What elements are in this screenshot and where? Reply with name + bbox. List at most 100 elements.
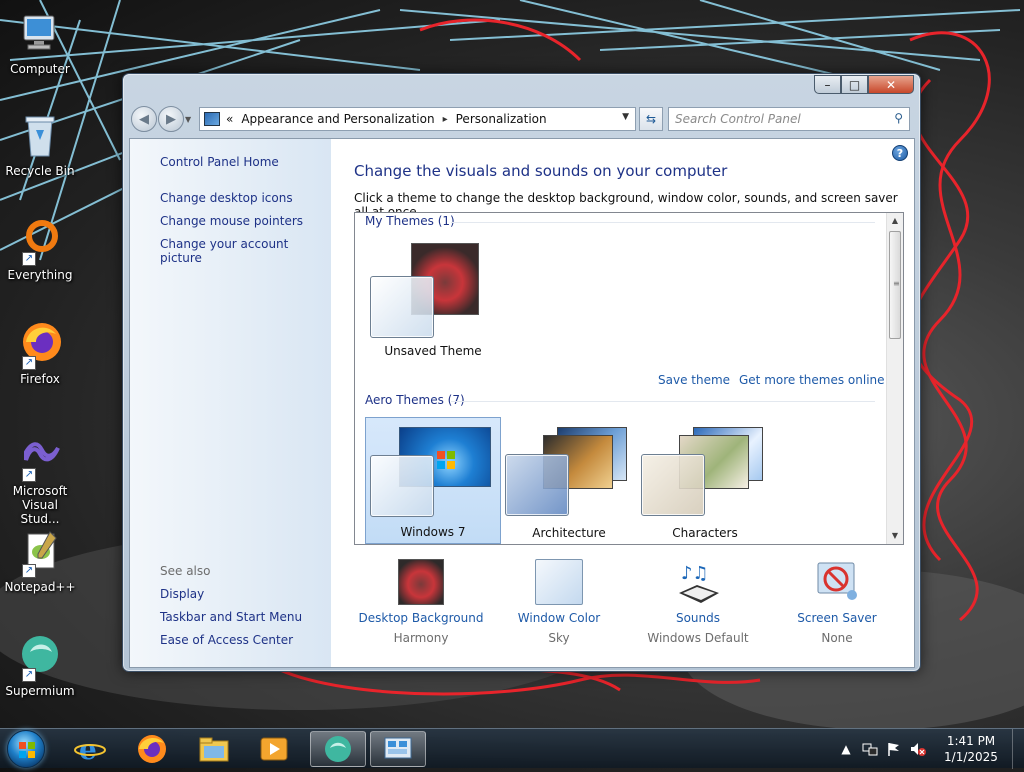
desktop-icon-notepad-plus-plus[interactable]: ↗ Notepad++ xyxy=(4,528,76,594)
desktop-icon-label: Everything xyxy=(7,268,73,282)
taskbar-supermium[interactable] xyxy=(310,731,366,767)
breadcrumb-separator-icon[interactable]: ▸ xyxy=(443,114,448,125)
help-icon[interactable]: ? xyxy=(892,145,908,161)
forward-button[interactable]: ▶ xyxy=(158,106,184,132)
screen-saver-setting[interactable]: Screen Saver None xyxy=(772,559,902,645)
taskbar-and-start-menu-link[interactable]: Taskbar and Start Menu xyxy=(160,610,302,624)
shortcut-arrow-icon: ↗ xyxy=(22,252,36,266)
desktop-icon-label: Firefox xyxy=(20,372,60,386)
control-panel-icon xyxy=(384,737,412,759)
supermium-icon xyxy=(325,736,351,762)
computer-icon xyxy=(16,10,64,58)
personalization-window: – □ ✕ ◀ ▶ ▼ « Appearance and Personaliza… xyxy=(122,73,921,672)
desktop-background-icon xyxy=(398,559,444,605)
sounds-label[interactable]: Sounds xyxy=(633,611,763,625)
desktop-icon-label: Microsoft Visual Stud... xyxy=(12,484,68,526)
shortcut-arrow-icon: ↗ xyxy=(22,668,36,682)
desktop-icon-label: Notepad++ xyxy=(4,580,76,594)
minimize-button[interactable]: – xyxy=(814,75,841,94)
search-icon[interactable]: ⚲ xyxy=(894,111,903,125)
desktop-icon-recycle-bin[interactable]: Recycle Bin xyxy=(4,112,76,178)
group-divider xyxy=(451,401,875,402)
theme-characters[interactable]: Characters xyxy=(637,417,773,544)
recycle-bin-icon xyxy=(16,112,64,160)
windows-logo-icon xyxy=(19,742,35,758)
clock-time: 1:41 PM xyxy=(946,734,996,748)
desktop-background-label[interactable]: Desktop Background xyxy=(356,611,486,625)
taskbar-control-panel[interactable] xyxy=(370,731,426,767)
forward-arrow-icon: ▶ xyxy=(166,111,176,127)
theme-label: Architecture xyxy=(532,526,606,540)
theme-unsaved[interactable]: Unsaved Theme xyxy=(365,235,501,362)
theme-list-scrollbar[interactable]: ▲ ≡ ▼ xyxy=(886,213,903,544)
address-bar[interactable]: « Appearance and Personalization ▸ Perso… xyxy=(199,107,636,131)
breadcrumb-appearance-and-personalization[interactable]: Appearance and Personalization xyxy=(241,112,434,126)
theme-label: Unsaved Theme xyxy=(384,344,482,358)
maximize-button[interactable]: □ xyxy=(841,75,868,94)
file-explorer-icon xyxy=(199,737,229,762)
address-dropdown-icon[interactable]: ▼ xyxy=(622,112,629,122)
desktop-icon-computer[interactable]: Computer xyxy=(4,10,76,76)
firefox-icon xyxy=(138,735,166,763)
clock-date: 1/1/2025 xyxy=(944,750,998,764)
desktop-background-value: Harmony xyxy=(393,631,449,645)
screen-saver-label[interactable]: Screen Saver xyxy=(772,611,902,625)
screen-saver-icon xyxy=(814,559,860,605)
theme-windows-7[interactable]: Windows 7 xyxy=(365,417,501,544)
everything-icon: ↗ xyxy=(16,216,64,266)
ease-of-access-center-link[interactable]: Ease of Access Center xyxy=(160,633,293,647)
shortcut-arrow-icon: ↗ xyxy=(22,356,36,370)
window-color-label[interactable]: Window Color xyxy=(494,611,624,625)
system-tray: ▲ 1:41 PM 1/1/2025 xyxy=(834,729,1024,769)
scroll-up-icon[interactable]: ▲ xyxy=(887,213,903,229)
recent-pages-dropdown[interactable]: ▼ xyxy=(185,115,195,124)
show-desktop-button[interactable] xyxy=(1012,729,1024,769)
action-center-flag-icon[interactable] xyxy=(886,741,902,757)
window-color-setting[interactable]: Window Color Sky xyxy=(494,559,624,645)
desktop-icon-supermium[interactable]: ↗ Supermium xyxy=(4,632,76,698)
scrollbar-thumb[interactable]: ≡ xyxy=(889,231,901,339)
task-pane: Control Panel Home Change desktop icons … xyxy=(130,139,331,667)
get-more-themes-link[interactable]: Get more themes online xyxy=(739,373,885,387)
theme-architecture[interactable]: Architecture xyxy=(501,417,637,544)
breadcrumb-personalization[interactable]: Personalization xyxy=(456,112,547,126)
change-mouse-pointers-link[interactable]: Change mouse pointers xyxy=(160,214,303,228)
change-account-picture-link[interactable]: Change your account picture xyxy=(160,237,331,265)
my-themes-group-label: My Themes (1) xyxy=(365,214,455,228)
network-icon[interactable] xyxy=(862,741,878,757)
shortcut-arrow-icon: ↗ xyxy=(22,468,36,482)
main-pane: ? Change the visuals and sounds on your … xyxy=(331,139,914,667)
volume-muted-icon[interactable] xyxy=(910,741,926,757)
scroll-down-icon[interactable]: ▼ xyxy=(887,528,903,544)
search-input[interactable]: Search Control Panel ⚲ xyxy=(668,107,910,131)
taskbar-firefox[interactable] xyxy=(124,731,180,767)
svg-text:♪♫: ♪♫ xyxy=(681,563,709,584)
save-theme-link[interactable]: Save theme xyxy=(658,373,730,387)
notepad-plus-plus-icon: ↗ xyxy=(16,528,64,578)
desktop-background-setting[interactable]: Desktop Background Harmony xyxy=(356,559,486,645)
screen-saver-value: None xyxy=(821,631,853,645)
desktop-icon-everything[interactable]: ↗ Everything xyxy=(4,216,76,282)
taskbar-internet-explorer[interactable]: e xyxy=(62,731,118,767)
clock[interactable]: 1:41 PM 1/1/2025 xyxy=(936,733,1006,765)
close-button[interactable]: ✕ xyxy=(868,75,914,94)
caption-buttons: – □ ✕ xyxy=(814,75,914,94)
taskbar-file-explorer[interactable] xyxy=(186,731,242,767)
internet-explorer-icon: e xyxy=(74,733,106,765)
content-area: Control Panel Home Change desktop icons … xyxy=(129,138,915,668)
theme-window-color-swatch xyxy=(370,455,434,517)
refresh-button[interactable]: ⇆ xyxy=(639,107,663,131)
display-link[interactable]: Display xyxy=(160,587,204,601)
control-panel-home-link[interactable]: Control Panel Home xyxy=(160,155,279,169)
sounds-setting[interactable]: ♪♫ Sounds Windows Default xyxy=(633,559,763,645)
desktop-icon-firefox[interactable]: ↗ Firefox xyxy=(4,320,76,386)
taskbar-media-player[interactable] xyxy=(246,731,302,767)
desktop-icon-label: Computer xyxy=(10,62,70,76)
desktop-icon-visual-studio[interactable]: ↗ Microsoft Visual Stud... xyxy=(4,432,76,526)
start-button[interactable] xyxy=(7,730,45,768)
show-hidden-icons-icon[interactable]: ▲ xyxy=(838,741,854,757)
desktop-icon-label: Supermium xyxy=(5,684,75,698)
back-button[interactable]: ◀ xyxy=(131,106,157,132)
change-desktop-icons-link[interactable]: Change desktop icons xyxy=(160,191,293,205)
breadcrumb-overflow[interactable]: « xyxy=(226,112,233,126)
